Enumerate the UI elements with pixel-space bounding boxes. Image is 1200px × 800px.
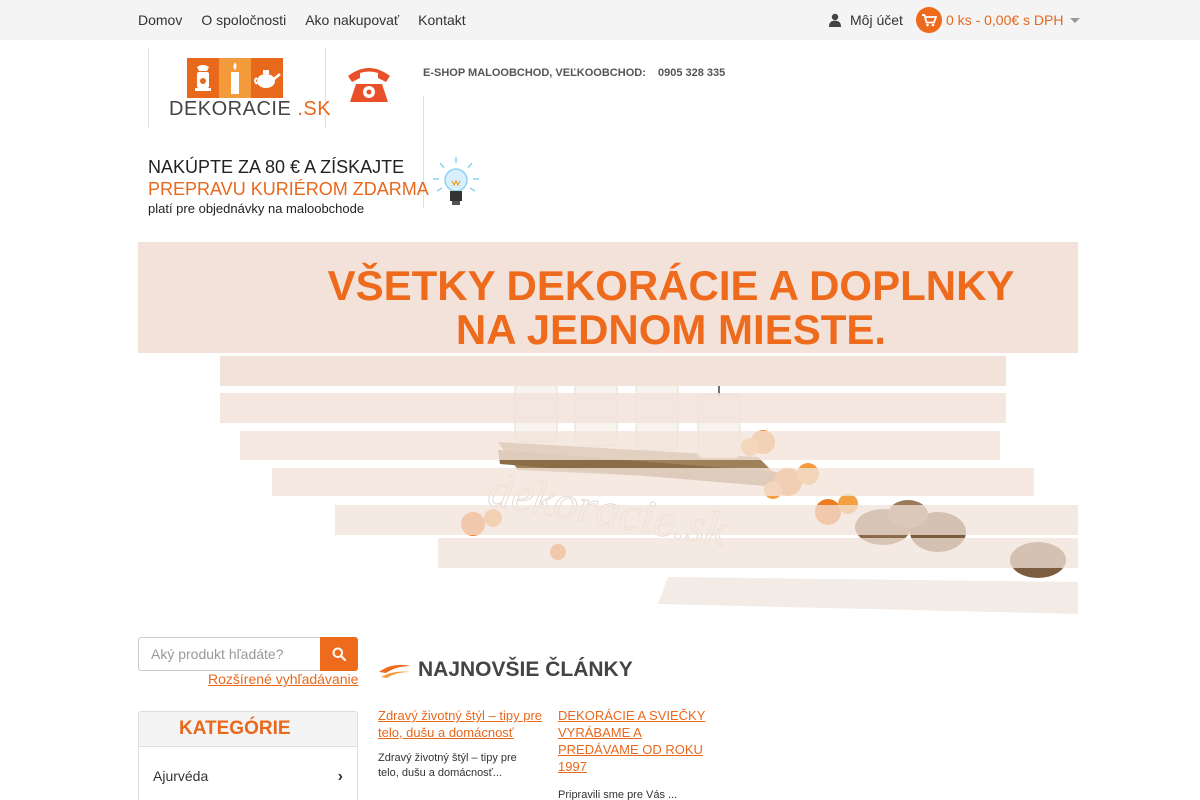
candle-icon [219, 58, 251, 98]
promo-line-1: NAKÚPTE ZA 80 € A ZÍSKAJTE [148, 157, 405, 177]
categories-title: KATEGÓRIE [139, 712, 357, 747]
search-button[interactable] [320, 637, 358, 671]
promo-line-2: PREPRAVU KURIÉROM ZDARMA [148, 179, 429, 199]
category-item-label: Ajurvéda [153, 768, 209, 784]
articles-swoosh-icon [379, 664, 411, 678]
nav-link-how-to-buy[interactable]: Ako nakupovať [305, 12, 399, 28]
article-excerpt: Pripravili sme pre Vás ... [558, 789, 678, 800]
banner-strip [220, 356, 1006, 386]
category-item[interactable]: Ajurvéda › [153, 768, 343, 785]
nav-link-about[interactable]: O spoločnosti [201, 12, 286, 28]
banner-strip [220, 393, 1006, 423]
lightbulb-icon [433, 157, 479, 205]
search-input[interactable]: Aký produkt hľadáte? [138, 637, 320, 671]
hero-banner[interactable]: VŠETKY DEKORÁCIE A DOPLNKY NA JEDNOM MIE… [138, 242, 1078, 614]
nav-link-contact[interactable]: Kontakt [418, 12, 465, 28]
teapot-icon [251, 58, 283, 98]
account-link[interactable]: Môj účet [829, 10, 903, 30]
top-bar: Domov O spoločnosti Ako nakupovať Kontak… [0, 0, 1200, 40]
promo-line-3: platí pre objednávky na maloobchode [148, 201, 365, 216]
main-nav: Domov O spoločnosti Ako nakupovať Kontak… [138, 0, 485, 40]
phone-icon [348, 68, 390, 102]
logo-graphic [187, 58, 283, 98]
article-link[interactable]: Zdravý životný štýl – tipy pre telo, duš… [378, 707, 543, 741]
advanced-search-link[interactable]: Rozšírené vyhľadávanie [208, 671, 358, 687]
eshop-label: E-SHOP MALOOBCHOD, VEĽKOOBCHOD: [423, 67, 646, 79]
user-icon [829, 13, 841, 27]
article-link[interactable]: DEKORÁCIE A SVIEČKY VYRÁBAME A PREDÁVAME… [558, 707, 708, 775]
cart-summary-text: 0 ks - 0,00€ s DPH [946, 12, 1064, 28]
site-logo[interactable]: DEKORACIE .SK [148, 48, 331, 128]
aroma-lamp-icon [187, 58, 219, 98]
nav-link-home[interactable]: Domov [138, 12, 182, 28]
article-excerpt: Zdravý životný štýl – tipy pre telo, duš… [378, 752, 517, 779]
search-icon [332, 647, 346, 661]
banner-strip [335, 505, 1078, 535]
account-label: Môj účet [850, 12, 903, 28]
categories-panel: KATEGÓRIE Ajurvéda › [138, 711, 358, 800]
eshop-phone[interactable]: 0905 328 335 [658, 67, 725, 79]
articles-title: NAJNOVŠIE ČLÁNKY [418, 658, 633, 681]
banner-strip [272, 468, 1034, 496]
cart-icon [916, 7, 942, 33]
logo-text: DEKORACIE .SK [169, 98, 332, 120]
banner-strip [240, 431, 1000, 460]
cart-summary[interactable]: 0 ks - 0,00€ s DPH [916, 7, 1080, 33]
banner-strip [438, 538, 1078, 568]
chevron-down-icon [1069, 17, 1080, 23]
chevron-right-icon: › [337, 768, 343, 785]
